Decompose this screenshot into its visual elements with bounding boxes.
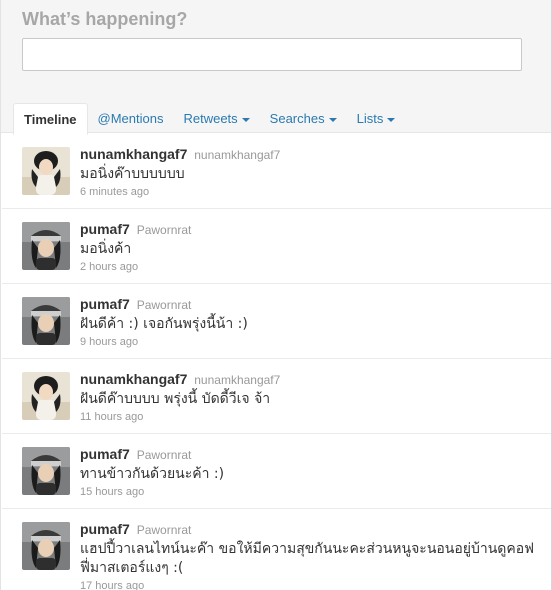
tweet-full-name: Pawornrat (136, 223, 192, 237)
tweet-item[interactable]: pumaf7 Pawornrat แฮปปี้วาเลนไทน์นะค๊า ขอ… (2, 509, 551, 590)
tweet-text: มอนิ่งค๊าบบบบบบ (80, 166, 185, 182)
tweet-item[interactable]: nunamkhangaf7 nunamkhangaf7 ฝันดีค๊าบบบบ… (2, 359, 551, 434)
avatar[interactable] (22, 222, 70, 270)
tweet-timestamp[interactable]: 15 hours ago (80, 486, 539, 498)
avatar[interactable] (22, 372, 70, 420)
tab-label: @Mentions (97, 111, 164, 126)
tweet-text: ฝันดีค้า :) เจอกันพรุ่งนี้น้า :) (80, 316, 248, 332)
tweet-screen-name[interactable]: pumaf7 (80, 446, 130, 462)
tab-label: Lists (356, 111, 384, 126)
tweet-item[interactable]: pumaf7 Pawornrat ทานข้าวกันด้วยนะค้า :) … (2, 434, 551, 509)
tweet-timestamp[interactable]: 17 hours ago (80, 580, 539, 590)
avatar[interactable] (22, 297, 70, 345)
tweet-screen-name[interactable]: nunamkhangaf7 (80, 146, 187, 162)
tweet-stream: nunamkhangaf7 nunamkhangaf7 มอนิ่งค๊าบบบ… (2, 134, 551, 590)
tweet-text: แฮปปี้วาเลนไทน์นะค๊า ขอให้มีความสุขกันนะ… (80, 541, 535, 576)
tweet-item[interactable]: pumaf7 Pawornrat มอนิ่งค้า 2 hours ago (2, 209, 551, 284)
twitter-home-panel: What’s happening? Timeline @Mentions Ret… (0, 0, 552, 590)
tweet-timestamp[interactable]: 9 hours ago (80, 336, 539, 348)
tweet-text: ทานข้าวกันด้วยนะค้า :) (80, 466, 225, 482)
tweet-screen-name[interactable]: pumaf7 (80, 296, 130, 312)
tweet-item[interactable]: pumaf7 Pawornrat ฝันดีค้า :) เจอกันพรุ่ง… (2, 284, 551, 359)
tweet-full-name: nunamkhangaf7 (194, 148, 281, 162)
avatar[interactable] (22, 447, 70, 495)
tweet-screen-name[interactable]: nunamkhangaf7 (80, 371, 187, 387)
chevron-down-icon (328, 117, 337, 122)
avatar[interactable] (22, 147, 70, 195)
timeline-tabs: Timeline @Mentions Retweets Searches Lis… (13, 102, 406, 135)
tweet-text: มอนิ่งค้า (80, 241, 132, 257)
avatar[interactable] (22, 522, 70, 570)
tweet-screen-name[interactable]: pumaf7 (80, 521, 130, 537)
tweet-timestamp[interactable]: 2 hours ago (80, 261, 539, 273)
tweet-full-name: nunamkhangaf7 (194, 373, 281, 387)
chevron-down-icon (387, 117, 396, 122)
tweet-screen-name[interactable]: pumaf7 (80, 221, 130, 237)
tweet-text: ฝันดีค๊าบบบบ พรุ่งนี้ บัดดี้วีเจ จ้า (80, 391, 271, 407)
chevron-down-icon (241, 117, 250, 122)
tweet-timestamp[interactable]: 6 minutes ago (80, 186, 539, 198)
tab-label: Retweets (183, 111, 238, 126)
tweet-full-name: Pawornrat (136, 448, 192, 462)
composer-title: What’s happening? (22, 9, 188, 29)
tweet-timestamp[interactable]: 11 hours ago (80, 411, 539, 423)
tab-lists[interactable]: Lists (347, 103, 406, 134)
tab-timeline[interactable]: Timeline (13, 103, 88, 135)
tab-searches[interactable]: Searches (260, 103, 347, 134)
tweet-full-name: Pawornrat (136, 298, 192, 312)
tweet-item[interactable]: nunamkhangaf7 nunamkhangaf7 มอนิ่งค๊าบบบ… (2, 134, 551, 209)
tweet-composer: What’s happening? Timeline @Mentions Ret… (1, 0, 551, 135)
tweet-full-name: Pawornrat (136, 523, 192, 537)
tab-label: Searches (269, 111, 325, 126)
tab-label: Timeline (24, 111, 77, 127)
tweet-input[interactable] (22, 38, 522, 71)
tab-retweets[interactable]: Retweets (173, 103, 259, 134)
tab-mentions[interactable]: @Mentions (88, 103, 174, 134)
